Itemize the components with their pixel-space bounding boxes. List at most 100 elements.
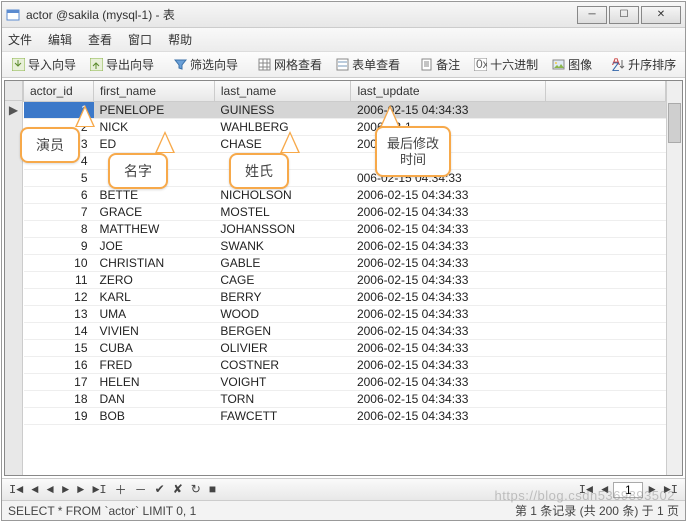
col-last-update[interactable]: last_update xyxy=(351,81,546,101)
cell-last-name[interactable]: BERRY xyxy=(214,288,351,305)
cell-last-name[interactable]: CAGE xyxy=(214,271,351,288)
cell-last-update[interactable]: 2006-02-15 04:34:33 xyxy=(351,373,546,390)
cell-first-name[interactable]: KARL xyxy=(94,288,215,305)
cell-actor-id[interactable]: 12 xyxy=(24,288,94,305)
table-row[interactable]: 11ZEROCAGE2006-02-15 04:34:33 xyxy=(24,271,666,288)
cell-first-name[interactable]: MATTHEW xyxy=(94,220,215,237)
cell-first-name[interactable]: HELEN xyxy=(94,373,215,390)
cell-actor-id[interactable]: 9 xyxy=(24,237,94,254)
table-row[interactable]: 15CUBAOLIVIER2006-02-15 04:34:33 xyxy=(24,339,666,356)
table-row[interactable]: 12KARLBERRY2006-02-15 04:34:33 xyxy=(24,288,666,305)
nav-prev[interactable]: ◄ xyxy=(44,483,57,497)
form-view-button[interactable]: 表单查看 xyxy=(330,54,406,75)
cell-last-name[interactable]: FAWCETT xyxy=(214,407,351,424)
table-row[interactable]: 1PENELOPEGUINESS2006-02-15 04:34:33 xyxy=(24,101,666,118)
cell-first-name[interactable]: ZERO xyxy=(94,271,215,288)
cell-first-name[interactable]: GRACE xyxy=(94,203,215,220)
cell-last-update[interactable]: 2006-02-15 04:34:33 xyxy=(351,288,546,305)
menu-help[interactable]: 帮助 xyxy=(168,31,192,48)
filter-wizard-button[interactable]: 筛选向导 xyxy=(168,54,244,75)
cell-last-update[interactable]: 2006-02-15 04:34:33 xyxy=(351,271,546,288)
table-row[interactable]: 17HELENVOIGHT2006-02-15 04:34:33 xyxy=(24,373,666,390)
cell-first-name[interactable]: CUBA xyxy=(94,339,215,356)
nav-last[interactable]: ►I xyxy=(89,483,109,497)
cell-first-name[interactable]: PENELOPE xyxy=(94,101,215,118)
table-row[interactable]: 2NICKWAHLBERG2006-02-1 xyxy=(24,118,666,135)
cell-last-update[interactable]: 2006-02-15 04:34:33 xyxy=(351,305,546,322)
memo-button[interactable]: 备注 xyxy=(414,54,466,75)
cell-last-name[interactable]: BERGEN xyxy=(214,322,351,339)
cell-last-update[interactable]: 2006-02-15 04:34:33 xyxy=(351,254,546,271)
titlebar[interactable]: actor @sakila (mysql-1) - 表 ─ ☐ ✕ xyxy=(2,2,685,28)
cell-first-name[interactable]: NICK xyxy=(94,118,215,135)
cell-last-update[interactable]: 2006-02-15 04:34:33 xyxy=(351,220,546,237)
menu-window[interactable]: 窗口 xyxy=(128,31,152,48)
nav-prev-page[interactable]: ◄ xyxy=(28,483,41,497)
cell-first-name[interactable]: BOB xyxy=(94,407,215,424)
cell-actor-id[interactable]: 6 xyxy=(24,186,94,203)
table-row[interactable]: 18DANTORN2006-02-15 04:34:33 xyxy=(24,390,666,407)
cell-first-name[interactable]: VIVIEN xyxy=(94,322,215,339)
table-row[interactable]: 19BOBFAWCETT2006-02-15 04:34:33 xyxy=(24,407,666,424)
cell-actor-id[interactable]: 19 xyxy=(24,407,94,424)
cell-last-name[interactable]: SWANK xyxy=(214,237,351,254)
vertical-scrollbar[interactable] xyxy=(666,81,682,475)
table-row[interactable]: 8MATTHEWJOHANSSON2006-02-15 04:34:33 xyxy=(24,220,666,237)
cell-last-update[interactable]: 2006-02-15 04:34:33 xyxy=(351,186,546,203)
nav-apply[interactable]: ✔ xyxy=(152,482,168,497)
cell-last-update[interactable]: 2006-02-15 04:34:33 xyxy=(351,390,546,407)
cell-last-name[interactable]: COSTNER xyxy=(214,356,351,373)
cell-last-update[interactable]: 2006-02-15 04:34:33 xyxy=(351,407,546,424)
cell-first-name[interactable]: FRED xyxy=(94,356,215,373)
cell-first-name[interactable]: DAN xyxy=(94,390,215,407)
table-row[interactable]: 9JOESWANK2006-02-15 04:34:33 xyxy=(24,237,666,254)
cell-actor-id[interactable]: 18 xyxy=(24,390,94,407)
cell-actor-id[interactable]: 14 xyxy=(24,322,94,339)
cell-last-update[interactable]: 2006-02-15 04:34:33 xyxy=(351,356,546,373)
grid-view-button[interactable]: 网格查看 xyxy=(252,54,328,75)
cell-last-update[interactable]: 2006-02-15 04:34:33 xyxy=(351,203,546,220)
nav-next-page[interactable]: ► xyxy=(74,483,87,497)
cell-last-name[interactable]: JOHANSSON xyxy=(214,220,351,237)
nav-delete[interactable]: － xyxy=(132,481,150,498)
cell-last-update[interactable]: 2006-02-15 04:34:33 xyxy=(351,322,546,339)
table-row[interactable]: 10CHRISTIANGABLE2006-02-15 04:34:33 xyxy=(24,254,666,271)
nav-first[interactable]: I◄ xyxy=(6,483,26,497)
minimize-button[interactable]: ─ xyxy=(577,6,607,24)
export-wizard-button[interactable]: 导出向导 xyxy=(84,54,160,75)
image-button[interactable]: 图像 xyxy=(546,54,598,75)
cell-actor-id[interactable]: 17 xyxy=(24,373,94,390)
menu-edit[interactable]: 编辑 xyxy=(48,31,72,48)
maximize-button[interactable]: ☐ xyxy=(609,6,639,24)
col-last-name[interactable]: last_name xyxy=(214,81,351,101)
cell-first-name[interactable]: CHRISTIAN xyxy=(94,254,215,271)
cell-first-name[interactable]: UMA xyxy=(94,305,215,322)
nav-refresh[interactable]: ↻ xyxy=(188,482,204,497)
nav-cancel[interactable]: ✘ xyxy=(170,482,186,497)
cell-last-update[interactable]: 2006-02-15 04:34:33 xyxy=(351,237,546,254)
table-row[interactable]: 3EDCHASE2006-02- xyxy=(24,135,666,152)
cell-actor-id[interactable]: 16 xyxy=(24,356,94,373)
cell-last-name[interactable]: WOOD xyxy=(214,305,351,322)
cell-actor-id[interactable]: 11 xyxy=(24,271,94,288)
cell-last-name[interactable]: MOSTEL xyxy=(214,203,351,220)
cell-last-name[interactable]: TORN xyxy=(214,390,351,407)
menu-file[interactable]: 文件 xyxy=(8,31,32,48)
table-row[interactable]: 7GRACEMOSTEL2006-02-15 04:34:33 xyxy=(24,203,666,220)
table-row[interactable]: 16FREDCOSTNER2006-02-15 04:34:33 xyxy=(24,356,666,373)
col-actor-id[interactable]: actor_id xyxy=(24,81,94,101)
cell-actor-id[interactable]: 8 xyxy=(24,220,94,237)
cell-last-name[interactable]: GUINESS xyxy=(214,101,351,118)
menu-view[interactable]: 查看 xyxy=(88,31,112,48)
hex-button[interactable]: 0x十六进制 xyxy=(468,54,544,75)
table-row[interactable]: 14VIVIENBERGEN2006-02-15 04:34:33 xyxy=(24,322,666,339)
cell-first-name[interactable]: JOE xyxy=(94,237,215,254)
sort-asc-button[interactable]: AZ升序排序 xyxy=(606,54,682,75)
col-first-name[interactable]: first_name xyxy=(94,81,215,101)
close-button[interactable]: ✕ xyxy=(641,6,681,24)
cell-actor-id[interactable]: 13 xyxy=(24,305,94,322)
cell-actor-id[interactable]: 10 xyxy=(24,254,94,271)
nav-stop[interactable]: ■ xyxy=(206,483,219,497)
import-wizard-button[interactable]: 导入向导 xyxy=(6,54,82,75)
table-row[interactable]: 13UMAWOOD2006-02-15 04:34:33 xyxy=(24,305,666,322)
